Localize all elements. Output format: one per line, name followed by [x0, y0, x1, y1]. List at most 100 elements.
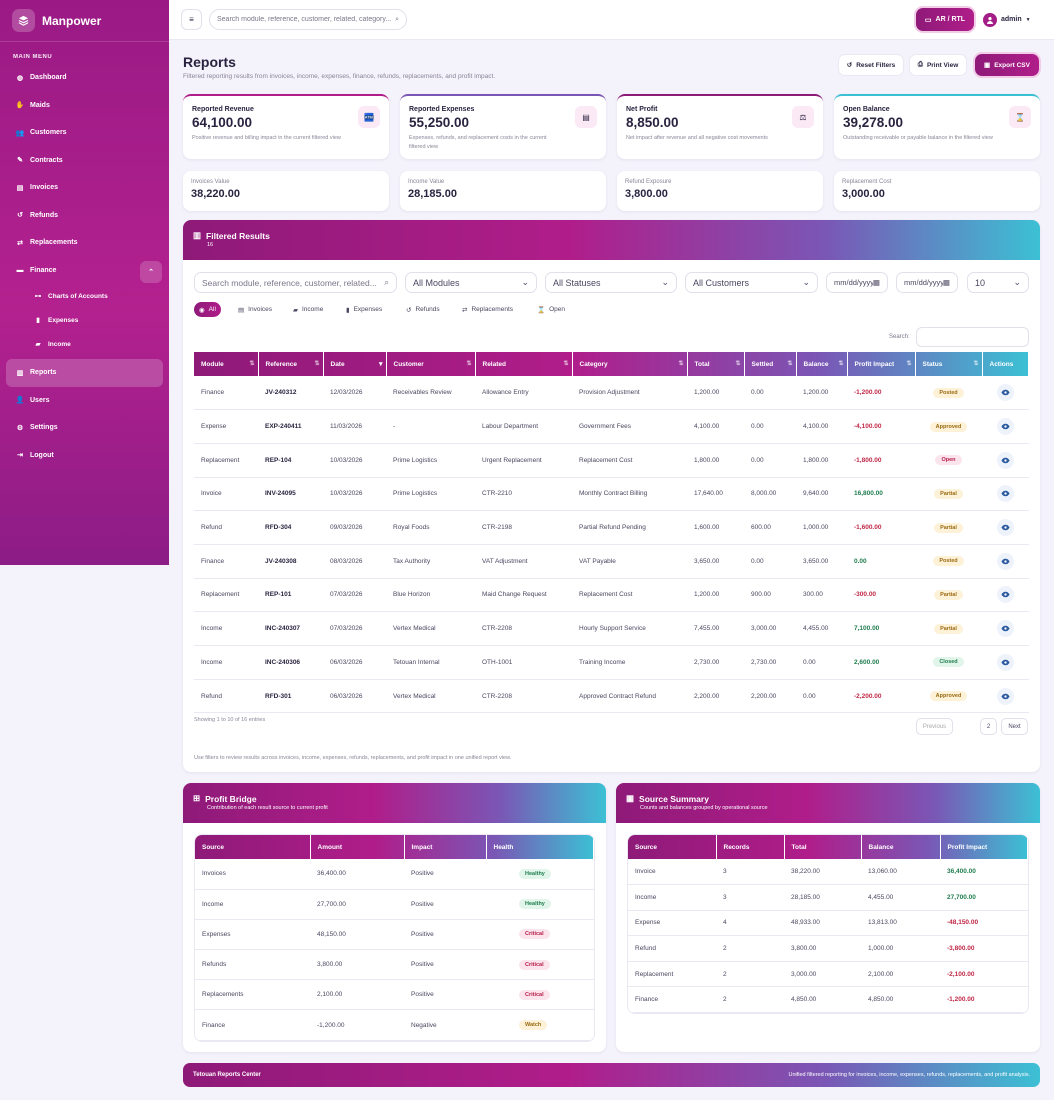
col-profit-impact[interactable]: Profit Impact: [847, 352, 916, 376]
cell-status: Closed: [915, 645, 982, 680]
reset-icon: ↺: [846, 62, 853, 69]
cell-status: Approved: [915, 679, 982, 714]
col-customer[interactable]: Customer: [386, 352, 476, 376]
cell-total: 3,000.00: [784, 961, 861, 988]
sidebar-sub-income[interactable]: ▰ Income: [0, 332, 169, 356]
cell-amount: 36,400.00: [310, 859, 404, 890]
eye-icon[interactable]: [996, 620, 1014, 638]
eye-icon[interactable]: [996, 552, 1014, 570]
source-summary-header: ▦ Source Summary Counts and balances grou…: [616, 783, 1040, 823]
sidebar-item-invoices[interactable]: ▤ Invoices: [0, 174, 169, 202]
bridge-icon: ⊞: [193, 793, 201, 803]
date-from-value: mm/dd/yyyy: [834, 278, 873, 287]
cell-total: 38,220.00: [784, 859, 861, 886]
cell-module: Replacement: [194, 578, 258, 613]
cell-balance: 13,060.00: [861, 859, 940, 886]
brand[interactable]: Manpower: [0, 0, 169, 42]
eye-icon[interactable]: [996, 418, 1014, 436]
sidebar-item-users[interactable]: 👤 Users: [0, 387, 169, 415]
table-row: Expense 4 48,933.00 13,813.00 -48,150.00: [628, 910, 1028, 937]
module-select[interactable]: All Modules ⌄: [405, 272, 537, 293]
results-search-input[interactable]: Search module, reference, customer, rela…: [194, 272, 397, 293]
table-row: Income INC-240307 07/03/2026 Vertex Medical…: [194, 611, 1029, 646]
sidebar-item-finance[interactable]: ▬ Finance ⌃: [0, 257, 169, 285]
eye-icon[interactable]: [996, 653, 1014, 671]
cell-status: Partial: [915, 611, 982, 646]
eye-icon[interactable]: [996, 586, 1014, 604]
cell-total: 2,730.00: [687, 645, 744, 680]
col-settled[interactable]: Settled: [744, 352, 797, 376]
cell-source: Replacements: [195, 979, 310, 1011]
cell-total: 1,800.00: [687, 443, 744, 478]
scale-icon: ⚖: [792, 106, 814, 128]
chip-invoices[interactable]: ▤ Invoices: [233, 302, 277, 317]
sidebar-item-label: Customers: [30, 129, 67, 137]
eye-icon[interactable]: [996, 687, 1014, 705]
mini-card-replacement: Replacement Cost 3,000.00: [834, 171, 1040, 211]
table-search-input[interactable]: [916, 327, 1029, 347]
eye-icon[interactable]: [996, 485, 1014, 503]
sidebar-item-maids[interactable]: ✋ Maids: [0, 92, 169, 120]
cell-customer: Prime Logistics: [386, 443, 475, 478]
status-badge: Approved: [929, 421, 968, 432]
print-view-button[interactable]: ⎙ Print View: [909, 54, 967, 76]
export-csv-button[interactable]: ▣ Export CSV: [975, 54, 1039, 76]
module-select-value: All Modules: [413, 277, 460, 288]
chip-replacements[interactable]: ⇄ Replacements: [457, 302, 518, 317]
pagination-page-2[interactable]: 2: [980, 718, 997, 735]
pagination-previous[interactable]: Previous: [916, 718, 953, 735]
eye-icon[interactable]: [996, 451, 1014, 469]
sidebar-item-replacements[interactable]: ⇄ Replacements: [0, 229, 169, 257]
cell-related: Allowance Entry: [475, 376, 572, 411]
col-total[interactable]: Total: [687, 352, 745, 376]
cell-actions: [982, 510, 1029, 545]
chip-label: Replacements: [471, 306, 514, 313]
footer-left: Tetouan Reports Center: [193, 1072, 261, 1078]
pagination-page-1[interactable]: 1: [958, 718, 975, 735]
sidebar-item-reports[interactable]: ▥ Reports: [6, 359, 163, 387]
mini-card-invoices: Invoices Value 38,220.00: [183, 171, 389, 211]
col-related[interactable]: Related: [475, 352, 573, 376]
sidebar-sub-expenses[interactable]: ▮ Expenses: [0, 308, 169, 332]
chip-refunds[interactable]: ↺ Refunds: [401, 302, 445, 317]
sidebar-item-settings[interactable]: ⚙ Settings: [0, 414, 169, 442]
col-module[interactable]: Module: [194, 352, 259, 376]
sidebar-item-dashboard[interactable]: ◍ Dashboard: [0, 64, 169, 92]
global-search-input[interactable]: Search module, reference, customer, rela…: [209, 9, 407, 30]
date-from-input[interactable]: mm/dd/yyyy ▦: [826, 272, 888, 293]
chip-all[interactable]: ◉ All: [194, 302, 221, 317]
sidebar-item-refunds[interactable]: ↺ Refunds: [0, 202, 169, 230]
col-date[interactable]: Date: [323, 352, 387, 376]
pagination-next[interactable]: Next: [1001, 718, 1028, 735]
sidebar-sub-charts-of-accounts[interactable]: ⊶ Charts of Accounts: [0, 284, 169, 308]
customer-select[interactable]: All Customers ⌄: [685, 272, 818, 293]
col-status[interactable]: Status: [915, 352, 983, 376]
date-to-input[interactable]: mm/dd/yyyy ▦: [896, 272, 958, 293]
col-balance[interactable]: Balance: [796, 352, 848, 376]
eye-icon[interactable]: [996, 384, 1014, 402]
cell-related: Maid Change Request: [475, 578, 572, 613]
col-category[interactable]: Category: [572, 352, 688, 376]
language-toggle-button[interactable]: ▭ AR / RTL: [916, 8, 974, 31]
user-menu[interactable]: admin ▼: [983, 9, 1031, 30]
sidebar-item-contracts[interactable]: ✎ Contracts: [0, 147, 169, 175]
menu-toggle-button[interactable]: ≡: [181, 9, 202, 30]
sidebar-item-logout[interactable]: ⇥ Logout: [0, 442, 169, 470]
chip-income[interactable]: ▰ Income: [288, 302, 328, 317]
chip-expenses[interactable]: ▮ Expenses: [341, 302, 387, 317]
cell-reference: INC-240306: [258, 645, 323, 680]
chevron-up-icon[interactable]: ⌃: [140, 260, 162, 283]
eye-icon[interactable]: [996, 519, 1014, 537]
cell-records: 3: [716, 859, 784, 886]
page-size-select[interactable]: 10 ⌄: [967, 272, 1029, 293]
cell-profit-impact: 7,100.00: [847, 611, 915, 646]
col-reference[interactable]: Reference: [258, 352, 324, 376]
status-badge: Approved: [929, 691, 968, 702]
layers-icon: [12, 9, 35, 32]
sidebar-item-customers[interactable]: 👥 Customers: [0, 119, 169, 147]
status-select[interactable]: All Statuses ⌄: [545, 272, 677, 293]
cell-amount: 48,150.00: [310, 919, 404, 951]
reset-filters-button[interactable]: ↺ Reset Filters: [838, 54, 904, 76]
chip-open[interactable]: ⌛ Open: [532, 302, 570, 317]
cell-balance: 3,650.00: [796, 544, 847, 579]
